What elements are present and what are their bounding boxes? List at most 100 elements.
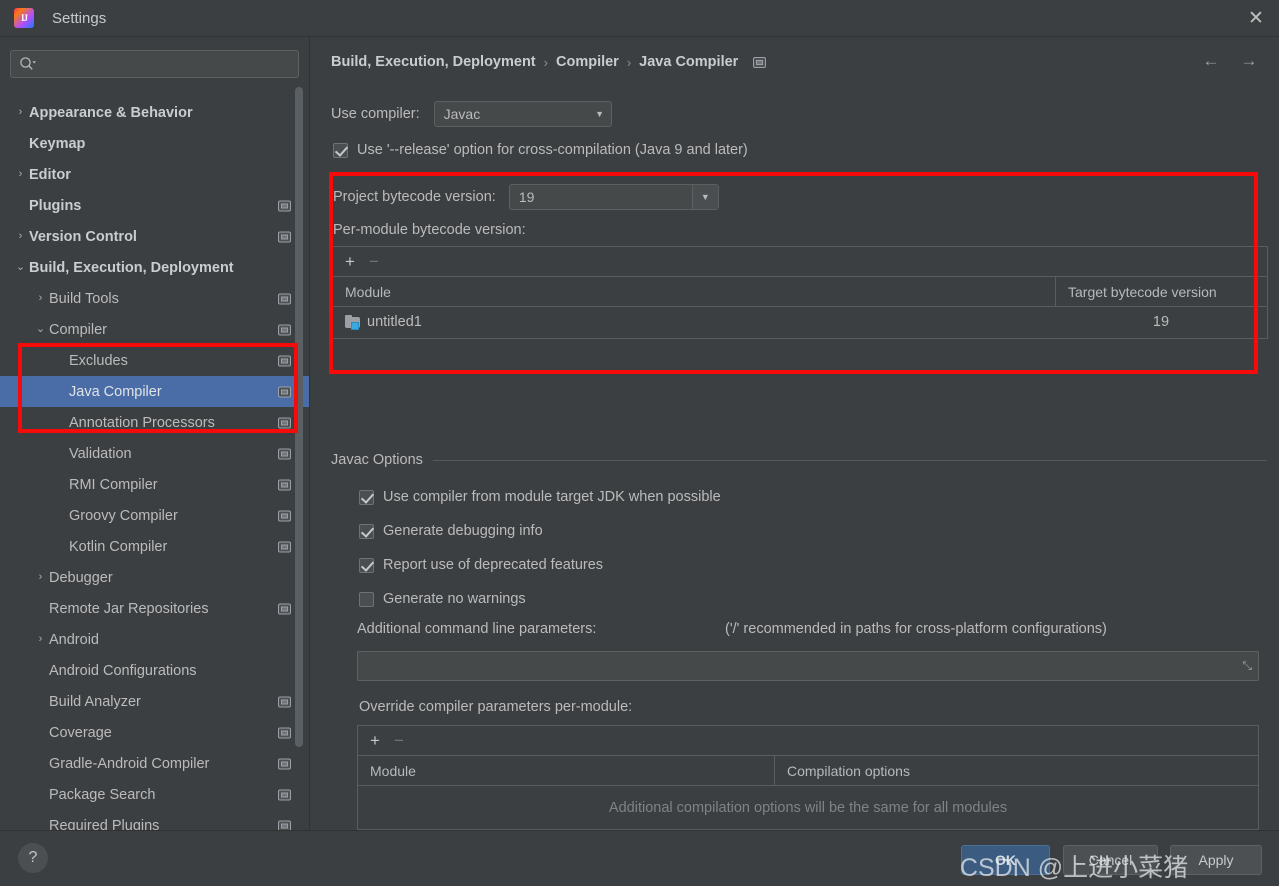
sidebar-item-build-execution-deployment[interactable]: ⌄ Build, Execution, Deployment	[0, 252, 309, 283]
add-override-button[interactable]: +	[370, 732, 380, 749]
search-box[interactable]	[10, 50, 299, 78]
chevron-right-icon[interactable]: ›	[32, 572, 49, 583]
chevron-down-icon[interactable]: ⌄	[12, 262, 29, 273]
sidebar-item-label: Required Plugins	[49, 817, 160, 831]
sidebar-item-compiler[interactable]: ⌄ Compiler	[0, 314, 309, 345]
sidebar-scrollbar[interactable]	[295, 87, 303, 747]
sidebar-item-android[interactable]: › Android	[0, 624, 309, 655]
javac-option-checkbox-1[interactable]: Generate debugging info	[359, 523, 543, 539]
dialog-footer: ? OK Cancel Apply	[0, 830, 1279, 886]
sidebar-item-keymap[interactable]: Keymap	[0, 128, 309, 159]
settings-sidebar: › Appearance & Behavior Keymap › Editor Plugi…	[0, 37, 310, 830]
sidebar-item-label: Debugger	[49, 569, 113, 586]
search-input[interactable]	[37, 56, 298, 72]
back-icon[interactable]: ←	[1199, 49, 1223, 73]
sidebar-item-annotation-processors[interactable]: Annotation Processors	[0, 407, 309, 438]
cell-module-label: untitled1	[367, 314, 422, 330]
checkbox-box	[359, 557, 374, 573]
additional-params-hint-row: ('/' recommended in paths for cross-plat…	[725, 621, 1107, 637]
sidebar-item-label: Kotlin Compiler	[69, 538, 168, 555]
sidebar-item-required-plugins[interactable]: Required Plugins	[0, 810, 309, 830]
breadcrumb-item-1[interactable]: Compiler	[556, 54, 619, 70]
apply-button[interactable]: Apply	[1170, 845, 1262, 875]
sidebar-item-groovy-compiler[interactable]: Groovy Compiler	[0, 500, 309, 531]
sidebar-item-rmi-compiler[interactable]: RMI Compiler	[0, 469, 309, 500]
sidebar-item-label: RMI Compiler	[69, 476, 158, 493]
help-button[interactable]: ?	[18, 843, 48, 873]
project-bytecode-label: Project bytecode version:	[333, 189, 496, 205]
sidebar-item-kotlin-compiler[interactable]: Kotlin Compiler	[0, 531, 309, 562]
breadcrumb-item-0[interactable]: Build, Execution, Deployment	[331, 54, 536, 70]
javac-option-label: Generate debugging info	[383, 523, 543, 539]
column-header-target-bytecode-version[interactable]: Target bytecode version	[1055, 277, 1267, 306]
remove-override-button[interactable]: −	[394, 732, 404, 749]
additional-params-input[interactable]: ⤡	[357, 651, 1259, 681]
forward-icon[interactable]: →	[1237, 49, 1261, 73]
intellij-idea-logo-icon: IJ	[14, 8, 34, 28]
sidebar-item-version-control[interactable]: › Version Control	[0, 221, 309, 252]
expand-icon[interactable]: ⤡	[1242, 659, 1252, 674]
project-settings-badge-icon	[278, 820, 291, 830]
sidebar-item-editor[interactable]: › Editor	[0, 159, 309, 190]
use-release-option-checkbox[interactable]: Use '--release' option for cross-compila…	[333, 142, 748, 158]
project-bytecode-dropdown[interactable]: 19 ▼	[508, 184, 719, 210]
sidebar-item-remote-jar-repositories[interactable]: Remote Jar Repositories	[0, 593, 309, 624]
project-settings-badge-icon	[278, 510, 291, 521]
table-row[interactable]: untitled1 19	[333, 307, 1267, 337]
chevron-right-icon[interactable]: ›	[12, 231, 29, 242]
project-settings-badge-icon	[278, 417, 291, 428]
javac-option-checkbox-3[interactable]: Generate no warnings	[359, 591, 526, 607]
sidebar-item-java-compiler[interactable]: Java Compiler	[0, 376, 309, 407]
search-container	[0, 37, 309, 78]
sidebar-item-plugins[interactable]: Plugins	[0, 190, 309, 221]
column-header-module[interactable]: Module	[358, 756, 774, 785]
ok-button[interactable]: OK	[961, 845, 1050, 875]
sidebar-item-label: Gradle-Android Compiler	[49, 755, 210, 772]
close-icon[interactable]: ✕	[1233, 0, 1279, 36]
additional-params-label-row: Additional command line parameters:	[357, 621, 596, 637]
add-module-button[interactable]: +	[345, 253, 355, 270]
column-header-module[interactable]: Module	[333, 277, 1055, 306]
use-compiler-row: Use compiler: Javac ▼	[331, 101, 612, 127]
use-compiler-value: Javac	[443, 106, 481, 122]
window-title: Settings	[52, 9, 107, 27]
override-params-label: Override compiler parameters per-module:	[359, 699, 633, 715]
sidebar-item-coverage[interactable]: Coverage	[0, 717, 309, 748]
use-compiler-dropdown[interactable]: Javac ▼	[433, 101, 612, 127]
per-module-table-toolbar: + −	[333, 247, 1267, 277]
sidebar-item-gradle-android-compiler[interactable]: Gradle-Android Compiler	[0, 748, 309, 779]
javac-option-checkbox-0[interactable]: Use compiler from module target JDK when…	[359, 489, 721, 505]
javac-option-checkbox-2[interactable]: Report use of deprecated features	[359, 557, 603, 573]
per-module-bytecode-label-row: Per-module bytecode version:	[333, 222, 526, 238]
remove-module-button[interactable]: −	[369, 253, 379, 270]
sidebar-item-excludes[interactable]: Excludes	[0, 345, 309, 376]
project-bytecode-value[interactable]: 19	[510, 189, 692, 205]
sidebar-item-build-analyzer[interactable]: Build Analyzer	[0, 686, 309, 717]
chevron-right-icon[interactable]: ›	[12, 107, 29, 118]
sidebar-item-validation[interactable]: Validation	[0, 438, 309, 469]
chevron-down-icon[interactable]: ▼	[691, 185, 718, 209]
override-params-label-row: Override compiler parameters per-module:	[359, 699, 632, 715]
javac-options-section-header: Javac Options	[331, 452, 1267, 468]
sidebar-item-label: Appearance & Behavior	[29, 104, 193, 121]
sidebar-item-build-tools[interactable]: › Build Tools	[0, 283, 309, 314]
javac-option-label: Generate no warnings	[383, 591, 526, 607]
per-module-bytecode-table: + − Module Target bytecode version untit…	[332, 246, 1268, 339]
sidebar-item-package-search[interactable]: Package Search	[0, 779, 309, 810]
chevron-right-icon[interactable]: ›	[32, 634, 49, 645]
chevron-down-icon[interactable]: ⌄	[32, 324, 49, 335]
chevron-right-icon[interactable]: ›	[12, 169, 29, 180]
cancel-button[interactable]: Cancel	[1063, 845, 1158, 875]
javac-option-row: Report use of deprecated features	[359, 548, 721, 582]
sidebar-item-debugger[interactable]: › Debugger	[0, 562, 309, 593]
column-header-compilation-options[interactable]: Compilation options	[774, 756, 1258, 785]
sidebar-item-android-configurations[interactable]: Android Configurations	[0, 655, 309, 686]
section-divider	[432, 459, 1267, 461]
sidebar-item-appearance-behavior[interactable]: › Appearance & Behavior	[0, 97, 309, 128]
cell-module: untitled1	[333, 314, 1055, 330]
title-bar: IJ Settings ✕	[0, 0, 1279, 37]
breadcrumb-separator: ›	[543, 54, 548, 70]
chevron-right-icon[interactable]: ›	[32, 293, 49, 304]
cell-target-bytecode-version: 19	[1152, 314, 1170, 330]
sidebar-item-label: Build Tools	[49, 290, 119, 307]
